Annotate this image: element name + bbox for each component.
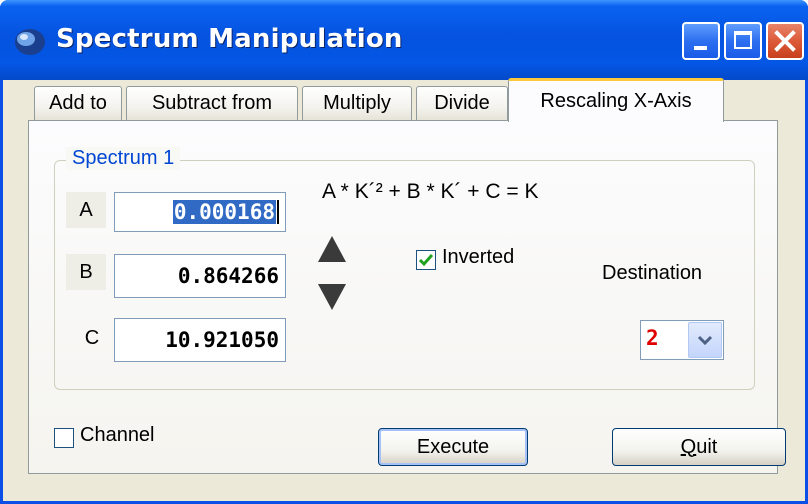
inverted-label: Inverted — [442, 246, 515, 268]
maximize-icon — [734, 31, 752, 49]
close-button[interactable] — [766, 22, 804, 60]
rescaling-formula: A * K´² + B * K´ + C = K — [322, 180, 539, 203]
triangle-up-icon[interactable] — [316, 234, 348, 264]
channel-label: Channel — [80, 424, 155, 446]
tab-divide[interactable]: Divide — [416, 86, 508, 120]
param-b-label: B — [66, 254, 106, 290]
param-c-label: C — [84, 326, 100, 349]
param-a-label: A — [66, 192, 106, 228]
destination-label: Destination — [602, 262, 703, 284]
quit-button-label-rest: uit — [696, 435, 718, 458]
destination-select[interactable]: 2 — [640, 320, 724, 360]
param-b-value: 0.864266 — [177, 264, 279, 288]
inverted-checkbox[interactable] — [416, 250, 436, 270]
triangle-down-icon[interactable] — [316, 282, 348, 312]
param-b-field[interactable]: 0.864266 — [114, 254, 286, 298]
checkmark-icon — [418, 254, 434, 267]
param-a-field[interactable]: 0.000168 — [114, 192, 286, 232]
app-globe-icon — [15, 29, 45, 55]
tab-add-to[interactable]: Add to — [34, 86, 122, 120]
param-c-field[interactable]: 10.921050 — [114, 318, 286, 362]
destination-value: 2 — [646, 326, 659, 350]
close-icon — [774, 30, 796, 52]
execute-button[interactable]: Execute — [378, 428, 528, 466]
quit-button[interactable]: Quit — [612, 428, 786, 466]
quit-mnemonic: Q — [680, 435, 697, 458]
channel-checkbox[interactable] — [54, 428, 74, 448]
minimize-button[interactable] — [682, 22, 720, 60]
minimize-icon — [694, 46, 707, 50]
groupbox-title: Spectrum 1 — [66, 147, 181, 170]
param-a-value: 0.000168 — [172, 200, 276, 224]
execute-button-label: Execute — [416, 435, 490, 458]
tab-subtract-from[interactable]: Subtract from — [126, 86, 298, 120]
dropdown-button[interactable] — [688, 322, 722, 358]
chevron-down-icon — [697, 335, 713, 346]
tab-multiply[interactable]: Multiply — [302, 86, 412, 120]
text-caret — [277, 200, 279, 224]
title-bar[interactable]: Spectrum Manipulation — [0, 0, 808, 80]
maximize-button[interactable] — [724, 22, 762, 60]
window-title: Spectrum Manipulation — [56, 24, 403, 54]
param-c-value: 10.921050 — [165, 328, 279, 352]
tab-rescaling-x-axis[interactable]: Rescaling X-Axis — [508, 78, 724, 122]
